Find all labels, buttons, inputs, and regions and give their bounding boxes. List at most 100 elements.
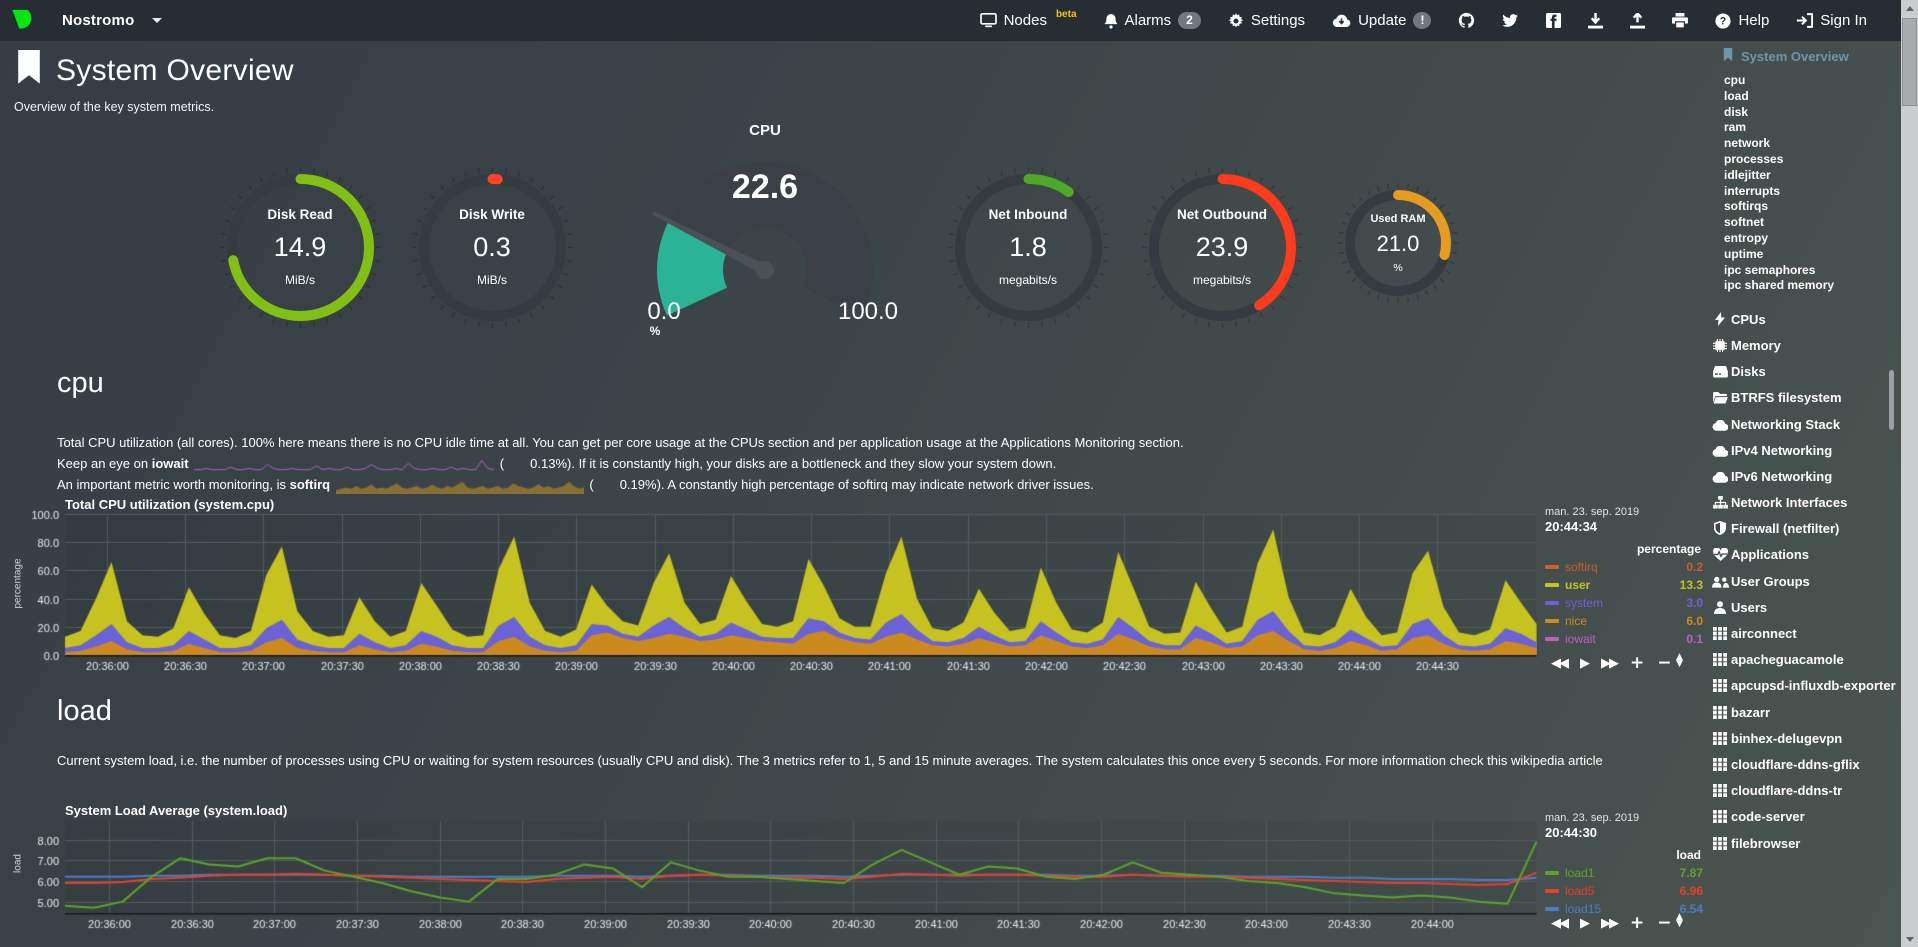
sidebar-sub-item-load[interactable]: load — [1724, 89, 1896, 105]
top-navbar: Nostromo Nodesbeta Alarms2 Settings Update!… — [0, 0, 1901, 41]
host-selector[interactable]: Nostromo — [0, 4, 162, 37]
zoom-in-button[interactable]: + — [1630, 653, 1644, 673]
legend-swatch — [1545, 565, 1559, 569]
play-button[interactable]: ▶ — [1580, 656, 1588, 671]
sidebar-item-cpus[interactable]: CPUs — [1709, 306, 1896, 332]
legend-name: load5 — [1565, 884, 1680, 898]
wikipedia-link[interactable]: wikipedia article — [1511, 753, 1603, 768]
sidebar-item-apacheguacamole[interactable]: apacheguacamole — [1709, 647, 1896, 673]
nav-item-print[interactable] — [1672, 13, 1688, 28]
sidebar-scrollbar-thumb[interactable] — [1889, 370, 1894, 430]
nav-item-save[interactable] — [1588, 13, 1603, 29]
sidebar-item-filebrowser[interactable]: filebrowser — [1709, 830, 1896, 856]
gauge-cpu[interactable]: CPU22.60.0100.0% — [610, 120, 920, 335]
legend-row-load5[interactable]: load56.96 — [1545, 884, 1703, 898]
zoom-out-button[interactable]: − — [1657, 653, 1671, 673]
sidebar-item-system-overview[interactable]: System Overview — [1704, 48, 1896, 65]
sidebar-sub-item-disk[interactable]: disk — [1724, 105, 1896, 121]
legend-row-user[interactable]: user13.3 — [1545, 578, 1703, 592]
gauge-net-outbound[interactable]: Net Outbound23.9megabits/s — [1141, 166, 1304, 329]
legend-row-nice[interactable]: nice6.0 — [1545, 614, 1703, 628]
sidebar-item-label: code-server — [1731, 809, 1805, 824]
nav-label: Settings — [1251, 12, 1305, 29]
sidebar-item-cloudflare-ddns-gflix[interactable]: cloudflare-ddns-gflix — [1709, 751, 1896, 777]
play-button[interactable]: ▶ — [1580, 916, 1588, 931]
chart-date: man. 23. sep. 2019 — [1545, 812, 1703, 824]
sidebar-item-label: airconnect — [1731, 626, 1797, 641]
sidebar-sub-item-cpu[interactable]: cpu — [1724, 73, 1896, 89]
scrollbar-thumb[interactable] — [1902, 18, 1917, 106]
nav-item-facebook[interactable] — [1546, 13, 1561, 28]
sidebar-item-network-interfaces[interactable]: Network Interfaces — [1709, 489, 1896, 515]
load-chart-resize-handle[interactable]: ▲▼ — [1676, 914, 1683, 928]
sidebar-sub-item-processes[interactable]: processes — [1724, 152, 1896, 168]
gauge-used-ram[interactable]: Used RAM21.0% — [1337, 182, 1459, 304]
sidebar-sub-item-softnet[interactable]: softnet — [1724, 215, 1896, 231]
github-icon — [1458, 12, 1475, 29]
rewind-button[interactable]: ◀◀ — [1551, 916, 1567, 931]
facebook-icon — [1546, 13, 1561, 28]
sidebar-sub-item-ipc-shared-memory[interactable]: ipc shared memory — [1724, 278, 1896, 294]
sidebar-item-cloudflare-ddns-tr[interactable]: cloudflare-ddns-tr — [1709, 778, 1896, 804]
sidebar-item-memory[interactable]: Memory — [1709, 332, 1896, 358]
sidebar-item-ipv4-networking[interactable]: IPv4 Networking — [1709, 437, 1896, 463]
nav-item-load[interactable] — [1630, 13, 1645, 29]
sidebar-item-label: Users — [1731, 600, 1767, 615]
legend-value: 13.3 — [1680, 578, 1703, 592]
legend-row-softirq[interactable]: softirq0.2 — [1545, 560, 1703, 574]
sidebar-sub-item-ram[interactable]: ram — [1724, 120, 1896, 136]
load-chart-canvas[interactable] — [17, 814, 1537, 945]
sidebar-item-applications[interactable]: Applications — [1709, 542, 1896, 568]
nav-item-update[interactable]: Update! — [1332, 12, 1431, 29]
nav-item-github[interactable] — [1458, 12, 1475, 29]
zoom-in-button[interactable]: + — [1630, 913, 1644, 933]
rewind-button[interactable]: ◀◀ — [1551, 656, 1567, 671]
scroll-down-icon[interactable] — [1901, 931, 1918, 947]
sidebar-item-airconnect[interactable]: airconnect — [1709, 620, 1896, 646]
chart-date: man. 23. sep. 2019 — [1545, 506, 1703, 518]
sidebar-item-bazarr[interactable]: bazarr — [1709, 699, 1896, 725]
sidebar-sub-item-uptime[interactable]: uptime — [1724, 247, 1896, 263]
gauge-net-inbound[interactable]: Net Inbound1.8megabits/s — [947, 166, 1110, 329]
sidebar-sub-item-network[interactable]: network — [1724, 136, 1896, 152]
legend-swatch — [1545, 637, 1559, 641]
sidebar-sub-item-entropy[interactable]: entropy — [1724, 231, 1896, 247]
legend-row-load1[interactable]: load17.87 — [1545, 866, 1703, 880]
nav-item-help[interactable]: ?Help — [1715, 12, 1769, 29]
gauge-disk-write[interactable]: Disk Write0.3MiB/s — [411, 166, 574, 329]
sidebar-item-disks[interactable]: Disks — [1709, 359, 1896, 385]
nav-item-settings[interactable]: Settings — [1228, 12, 1305, 29]
legend-value: 3.0 — [1686, 596, 1703, 610]
sidebar-item-code-server[interactable]: code-server — [1709, 804, 1896, 830]
zoom-out-button[interactable]: − — [1657, 913, 1671, 933]
nav-item-signin[interactable]: Sign In — [1796, 12, 1867, 29]
nav-item-nodes[interactable]: Nodesbeta — [980, 12, 1077, 29]
nav-item-twitter[interactable] — [1502, 14, 1519, 28]
scroll-up-icon[interactable] — [1901, 0, 1918, 16]
sidebar-sub-item-interrupts[interactable]: interrupts — [1724, 184, 1896, 200]
sidebar-sub-item-ipc-semaphores[interactable]: ipc semaphores — [1724, 263, 1896, 279]
legend-row-system[interactable]: system3.0 — [1545, 596, 1703, 610]
sidebar-item-binhex-delugevpn[interactable]: binhex-delugevpn — [1709, 725, 1896, 751]
sidebar-item-apcupsd-influxdb-exporter[interactable]: apcupsd-influxdb-exporter — [1709, 673, 1896, 699]
legend-value: 6.96 — [1680, 884, 1703, 898]
nav-item-alarms[interactable]: Alarms2 — [1104, 12, 1201, 29]
sidebar-item-networking-stack[interactable]: Networking Stack — [1709, 411, 1896, 437]
right-sidebar-menu: System Overview cpuloaddiskramnetworkpro… — [1704, 48, 1896, 947]
cpu-chart-resize-handle[interactable]: ▲▼ — [1676, 654, 1683, 668]
sidebar-sub-item-idlejitter[interactable]: idlejitter — [1724, 168, 1896, 184]
cpu-chart-canvas[interactable] — [17, 508, 1537, 671]
page-scrollbar[interactable] — [1901, 0, 1918, 947]
sidebar-item-firewall-netfilter-[interactable]: Firewall (netfilter) — [1709, 516, 1896, 542]
sidebar-item-user-groups[interactable]: User Groups — [1709, 568, 1896, 594]
forward-button[interactable]: ▶▶ — [1601, 656, 1617, 671]
sidebar-item-ipv6-networking[interactable]: IPv6 Networking — [1709, 463, 1896, 489]
sidebar-item-btrfs-filesystem[interactable]: BTRFS filesystem — [1709, 385, 1896, 411]
forward-button[interactable]: ▶▶ — [1601, 916, 1617, 931]
legend-row-iowait[interactable]: iowait0.1 — [1545, 632, 1703, 646]
gauge-disk-read[interactable]: Disk Read14.9MiB/s — [219, 166, 382, 329]
sidebar-sub-item-softirqs[interactable]: softirqs — [1724, 199, 1896, 215]
softirq-sparkline[interactable] — [336, 478, 584, 494]
sidebar-item-users[interactable]: Users — [1709, 594, 1896, 620]
iowait-sparkline[interactable] — [194, 457, 494, 472]
